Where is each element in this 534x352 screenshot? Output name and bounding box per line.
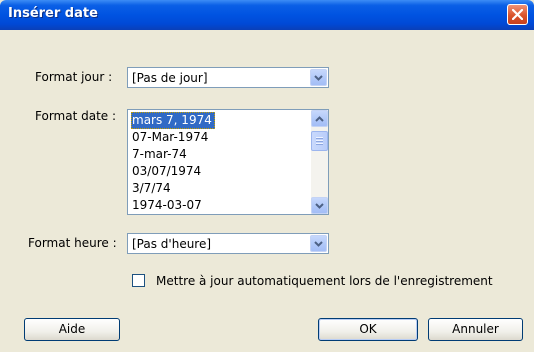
date-format-option[interactable]: 7-mar-74	[132, 146, 187, 163]
day-format-label: Format jour :	[35, 70, 113, 84]
date-format-option[interactable]: 1974-03-07	[132, 197, 202, 214]
date-format-option[interactable]: 07-Mar-1974	[132, 129, 208, 146]
day-format-select[interactable]: [Pas de jour]	[127, 67, 329, 88]
close-icon	[512, 9, 523, 20]
chevron-down-icon	[314, 75, 323, 81]
date-format-option[interactable]: 3/7/74	[132, 180, 171, 197]
date-format-label: Format date :	[35, 109, 117, 123]
chevron-down-icon	[315, 203, 324, 209]
close-button[interactable]	[507, 4, 528, 25]
auto-update-label[interactable]: Mettre à jour automatiquement lors de l'…	[156, 274, 493, 288]
time-format-select[interactable]: [Pas d'heure]	[127, 233, 329, 254]
day-format-dropdown-button[interactable]	[310, 69, 327, 86]
time-format-dropdown-button[interactable]	[310, 235, 327, 252]
day-format-value: [Pas de jour]	[132, 71, 208, 85]
help-button[interactable]: Aide	[24, 318, 120, 341]
ok-button[interactable]: OK	[318, 318, 418, 341]
scroll-up-button[interactable]	[311, 110, 328, 127]
chevron-down-icon	[314, 241, 323, 247]
date-format-list[interactable]: mars 7, 1974 07-Mar-1974 7-mar-74 03/07/…	[127, 109, 329, 215]
insert-date-dialog: Insérer date Format jour : [Pas de jour]…	[0, 0, 534, 352]
auto-update-checkbox[interactable]	[132, 274, 145, 287]
date-format-option[interactable]: 03/07/1974	[132, 163, 201, 180]
scroll-down-button[interactable]	[311, 197, 328, 214]
scroll-thumb[interactable]	[311, 131, 328, 151]
dialog-title: Insérer date	[8, 6, 98, 21]
time-format-value: [Pas d'heure]	[132, 237, 212, 251]
time-format-label: Format heure :	[28, 236, 117, 250]
date-format-option-selected[interactable]: mars 7, 1974	[131, 112, 215, 129]
date-format-scrollbar[interactable]	[311, 110, 328, 214]
title-bar[interactable]: Insérer date	[0, 0, 534, 30]
cancel-button[interactable]: Annuler	[428, 318, 523, 341]
chevron-up-icon	[315, 116, 324, 122]
